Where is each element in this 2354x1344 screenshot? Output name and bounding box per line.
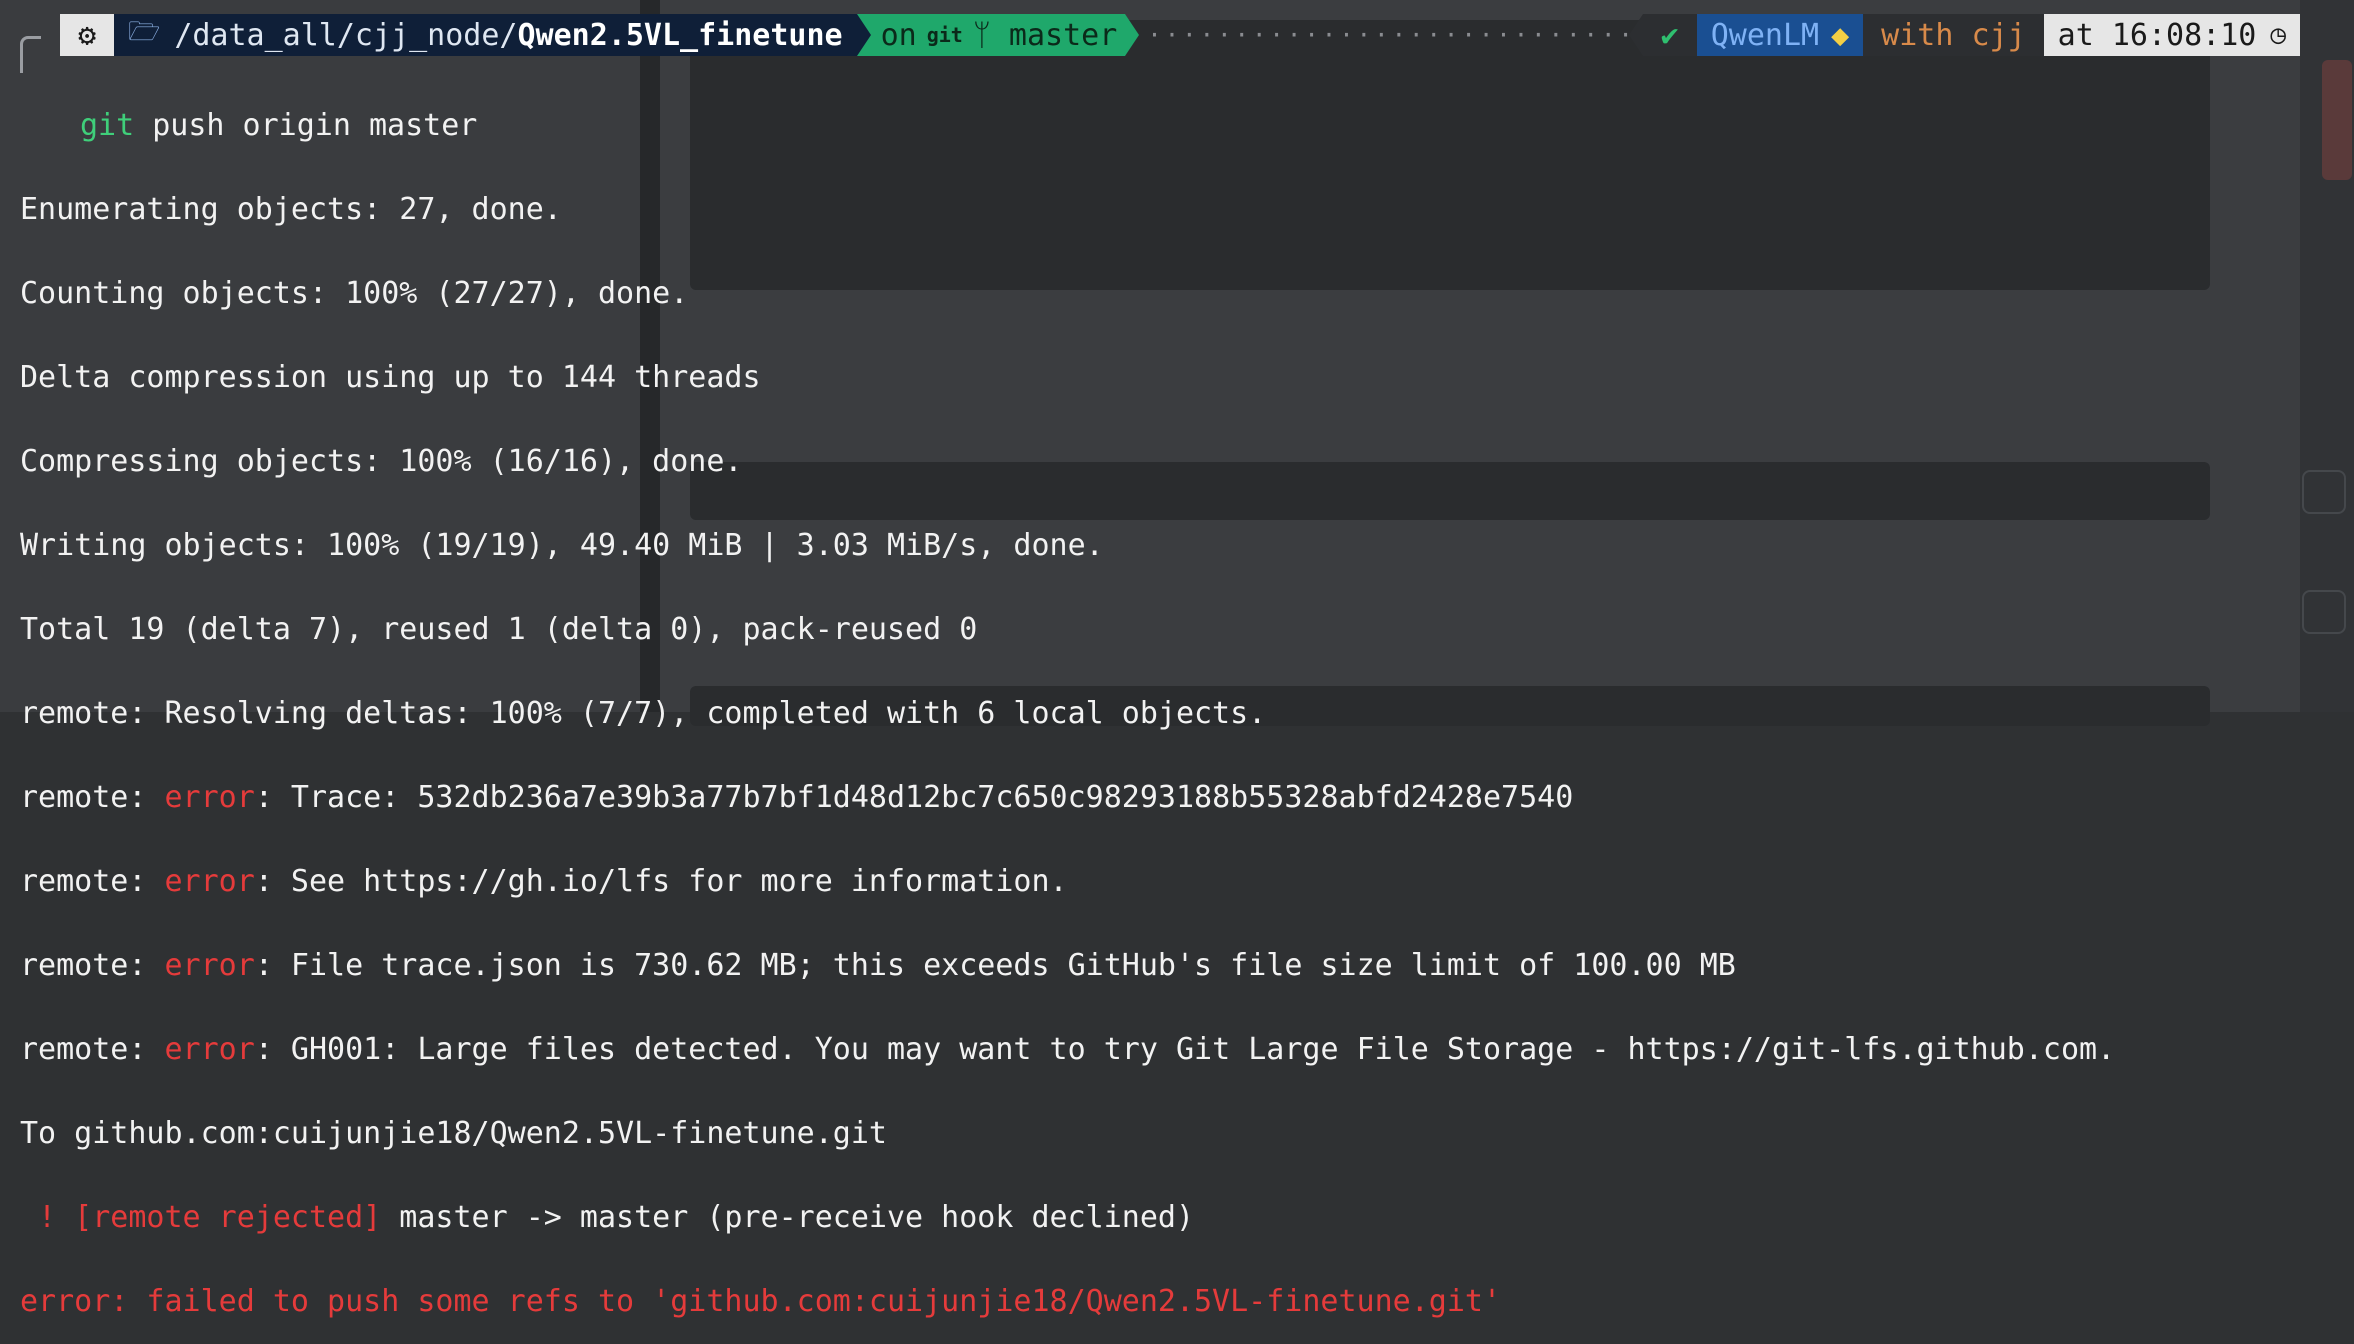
branch-name: master — [1008, 17, 1118, 53]
remote-prefix: remote: — [20, 948, 165, 983]
env-segment: QwenLM ◆ — [1696, 14, 1864, 56]
rejected-prefix: ! [remote rejected] — [20, 1200, 382, 1235]
python-icon: ◆ — [1831, 17, 1850, 53]
error-text: : GH001: Large files detected. You may w… — [254, 1032, 2116, 1067]
time-text: at 16:08:10 — [2057, 17, 2257, 53]
error-line: remote: error: Trace: 532db236a7e39b3a77… — [20, 783, 2354, 813]
path-segment: 🗁 /data_all/cjj_node/Qwen2.5VL_finetune — [114, 14, 857, 56]
command-args: push origin master — [134, 108, 478, 143]
segment-separator — [856, 14, 871, 56]
output-line: Writing objects: 100% (19/19), 49.40 MiB… — [20, 528, 1104, 563]
os-segment: ⚙ — [60, 14, 115, 56]
branch-icon: ᛘ — [972, 17, 991, 53]
error-keyword: error — [164, 948, 255, 983]
error-text: : Trace: 532db236a7e39b3a77b7bf1d48d12bc… — [254, 780, 1574, 815]
error-keyword: error — [164, 864, 255, 899]
output-line: Compressing objects: 100% (16/16), done. — [20, 444, 743, 479]
rejected-line: ! [remote rejected] master -> master (pr… — [20, 1203, 2354, 1233]
segment-separator — [1628, 14, 1643, 56]
output-line: To github.com:cuijunjie18/Qwen2.5VL-fine… — [20, 1116, 887, 1151]
rejected-text: master -> master (pre-receive hook decli… — [381, 1200, 1195, 1235]
error-line: remote: error: GH001: Large files detect… — [20, 1035, 2354, 1065]
git-icon: git — [926, 23, 963, 47]
prompt-bar: ⚙ 🗁 /data_all/cjj_node/Qwen2.5VL_finetun… — [60, 14, 2300, 56]
linux-logo-icon: ⚙ — [78, 17, 97, 53]
output-line: remote: Resolving deltas: 100% (7/7), co… — [20, 696, 1267, 731]
terminal-output[interactable]: git push origin master Enumerating objec… — [20, 56, 2354, 1344]
error-line: remote: error: See https://gh.io/lfs for… — [20, 867, 2354, 897]
error-line: remote: error: File trace.json is 730.62… — [20, 951, 2354, 981]
final-error-line: error: failed to push some refs to 'gith… — [20, 1284, 1502, 1319]
folder-open-icon: 🗁 — [128, 17, 161, 47]
output-line: Total 19 (delta 7), reused 1 (delta 0), … — [20, 612, 978, 647]
error-text: : See https://gh.io/lfs for more informa… — [254, 864, 1068, 899]
prompt-filler: ········································… — [1147, 21, 1628, 49]
output-line: Enumerating objects: 27, done. — [20, 192, 562, 227]
path-prefix: /data_all/cjj_node/ — [174, 17, 518, 53]
error-keyword: error — [164, 1032, 255, 1067]
clock-icon: ◷ — [2270, 20, 2286, 50]
remote-prefix: remote: — [20, 864, 165, 899]
remote-prefix: remote: — [20, 780, 165, 815]
output-line: Delta compression using up to 144 thread… — [20, 360, 761, 395]
segment-separator — [1125, 14, 1140, 56]
path-current: Qwen2.5VL_finetune — [517, 17, 843, 53]
output-line: Counting objects: 100% (27/27), done. — [20, 276, 689, 311]
user-segment: with cjj — [1863, 14, 2044, 56]
status-segment: ✔ — [1642, 14, 1697, 56]
git-segment: on git ᛘ master — [870, 14, 1126, 56]
git-prefix: on — [880, 17, 917, 53]
command-line: git push origin master — [20, 111, 2354, 141]
remote-prefix: remote: — [20, 1032, 165, 1067]
command-git: git — [80, 108, 135, 143]
check-icon: ✔ — [1660, 17, 1679, 53]
env-name: QwenLM — [1710, 17, 1820, 53]
error-keyword: error — [164, 780, 255, 815]
error-text: : File trace.json is 730.62 MB; this exc… — [254, 948, 1736, 983]
time-segment: at 16:08:10 ◷ — [2043, 14, 2300, 56]
